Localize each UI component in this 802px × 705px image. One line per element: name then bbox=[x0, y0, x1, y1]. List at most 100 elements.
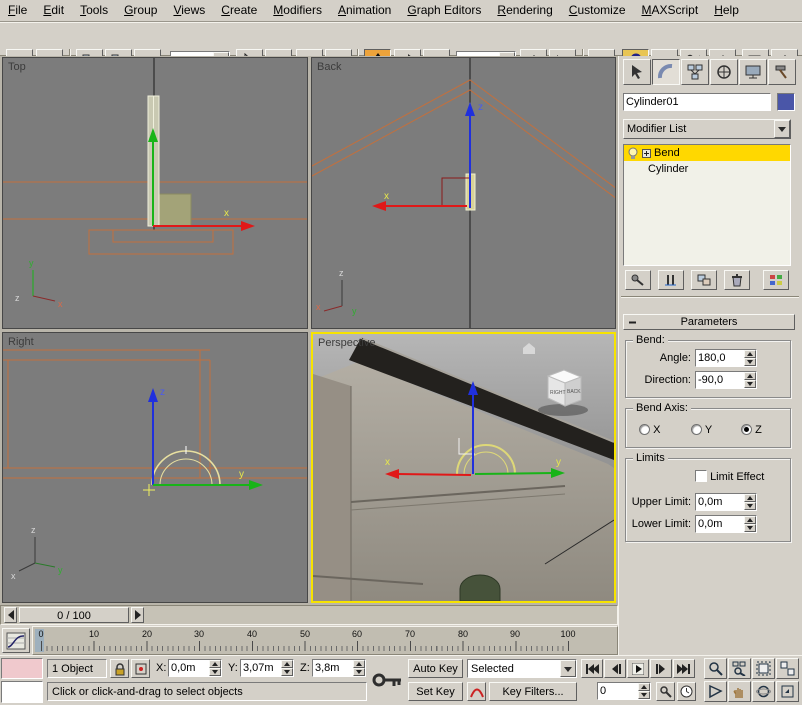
key-mode-dropdown[interactable]: Selected bbox=[467, 659, 577, 678]
pan-view-button[interactable] bbox=[728, 681, 751, 702]
menu-customize[interactable]: Customize bbox=[561, 0, 634, 21]
object-color-swatch[interactable] bbox=[777, 93, 795, 111]
macro-recorder-mini-listener[interactable] bbox=[1, 658, 43, 679]
menu-modifiers[interactable]: Modifiers bbox=[265, 0, 330, 21]
track-bar-ruler[interactable]: 0 10 20 30 40 50 60 70 80 90 100 bbox=[32, 626, 618, 655]
time-step-forward-button[interactable] bbox=[131, 607, 144, 623]
previous-frame-button[interactable] bbox=[604, 659, 626, 678]
dropdown-arrow-icon[interactable] bbox=[560, 660, 576, 677]
viewport-top[interactable]: Top x bbox=[2, 57, 308, 329]
limit-effect-checkbox[interactable] bbox=[695, 470, 707, 482]
upper-limit-spinner[interactable] bbox=[744, 494, 756, 510]
zoom-extents-button[interactable] bbox=[752, 658, 775, 679]
current-frame-spinner[interactable] bbox=[638, 683, 650, 699]
zoom-button[interactable] bbox=[704, 658, 727, 679]
stack-row-cylinder[interactable]: Cylinder bbox=[624, 161, 790, 177]
viewport-perspective-label[interactable]: Perspective bbox=[318, 337, 375, 349]
stack-row-bend[interactable]: Bend bbox=[624, 145, 790, 161]
object-name-input[interactable] bbox=[624, 94, 770, 110]
tab-create[interactable] bbox=[623, 59, 651, 85]
y-coord-spinner[interactable] bbox=[281, 660, 293, 676]
perspective-viewport-canvas[interactable]: x y RIGHT BACK bbox=[313, 334, 614, 601]
x-coord-input[interactable] bbox=[169, 660, 209, 676]
viewport-right[interactable]: Right bbox=[2, 332, 308, 603]
axis-z-radio[interactable] bbox=[741, 424, 752, 435]
tab-display[interactable] bbox=[739, 59, 767, 85]
back-viewport-canvas[interactable]: z x z x y bbox=[312, 58, 616, 329]
viewport-back-label[interactable]: Back bbox=[317, 61, 341, 73]
time-configuration-button[interactable] bbox=[677, 682, 696, 701]
time-slider-handle[interactable]: 0 / 100 bbox=[19, 607, 129, 623]
field-of-view-button[interactable] bbox=[704, 681, 727, 702]
dropdown-arrow-icon[interactable] bbox=[774, 120, 790, 138]
x-coord-spinner[interactable] bbox=[209, 660, 221, 676]
go-to-end-button[interactable] bbox=[673, 659, 695, 678]
next-frame-button[interactable] bbox=[650, 659, 672, 678]
absolute-mode-transform-toggle[interactable] bbox=[131, 659, 150, 678]
upper-limit-input[interactable] bbox=[696, 494, 744, 510]
lower-limit-spinner[interactable] bbox=[744, 516, 756, 532]
default-in-out-tangents-button[interactable] bbox=[467, 682, 486, 701]
set-key-button[interactable]: Set Key bbox=[408, 682, 463, 701]
key-mode-toggle-button[interactable] bbox=[656, 682, 675, 701]
menu-rendering[interactable]: Rendering bbox=[489, 0, 560, 21]
lower-limit-input[interactable] bbox=[696, 516, 744, 532]
configure-modifier-sets-button[interactable] bbox=[763, 270, 789, 290]
angle-spinner[interactable] bbox=[744, 350, 756, 366]
make-unique-button[interactable] bbox=[691, 270, 717, 290]
menu-views[interactable]: Views bbox=[165, 0, 213, 21]
play-animation-button[interactable] bbox=[627, 659, 649, 678]
open-mini-curve-editor-button[interactable] bbox=[2, 628, 30, 653]
current-frame-input[interactable] bbox=[598, 683, 638, 699]
menu-group[interactable]: Group bbox=[116, 0, 165, 21]
viewport-right-label[interactable]: Right bbox=[8, 336, 34, 348]
tab-motion[interactable] bbox=[710, 59, 738, 85]
angle-input[interactable] bbox=[696, 350, 744, 366]
tab-utilities[interactable] bbox=[768, 59, 796, 85]
menu-help[interactable]: Help bbox=[706, 0, 747, 21]
zoom-all-button[interactable] bbox=[728, 658, 751, 679]
viewport-back[interactable]: Back z x bbox=[311, 57, 616, 329]
show-end-result-button[interactable] bbox=[658, 270, 684, 290]
direction-input[interactable] bbox=[696, 372, 744, 388]
menu-file[interactable]: File bbox=[0, 0, 35, 21]
maxscript-mini-listener[interactable] bbox=[1, 681, 43, 703]
remove-modifier-button[interactable] bbox=[724, 270, 750, 290]
zoom-extents-all-button[interactable] bbox=[776, 658, 799, 679]
menu-create[interactable]: Create bbox=[213, 0, 265, 21]
parameters-rollout-header[interactable]: Parameters bbox=[623, 314, 795, 330]
min-max-toggle-button[interactable] bbox=[776, 681, 799, 702]
selection-lock-toggle[interactable] bbox=[110, 659, 129, 678]
time-slider-track[interactable]: 0 / 100 bbox=[0, 605, 618, 625]
menu-tools[interactable]: Tools bbox=[72, 0, 116, 21]
z-coord-spinner[interactable] bbox=[353, 660, 365, 676]
time-step-back-button[interactable] bbox=[4, 607, 17, 623]
pin-stack-button[interactable] bbox=[625, 270, 651, 290]
box-object[interactable] bbox=[155, 194, 191, 226]
lightbulb-icon[interactable] bbox=[627, 147, 639, 160]
axis-x-radio[interactable] bbox=[639, 424, 650, 435]
menu-graph-editors[interactable]: Graph Editors bbox=[399, 0, 489, 21]
go-to-start-button[interactable] bbox=[581, 659, 603, 678]
auto-key-button[interactable]: Auto Key bbox=[408, 659, 463, 678]
direction-spinner[interactable] bbox=[744, 372, 756, 388]
right-viewport-canvas[interactable]: z y z x y bbox=[3, 333, 308, 603]
menu-animation[interactable]: Animation bbox=[330, 0, 399, 21]
tab-hierarchy[interactable] bbox=[681, 59, 709, 85]
menu-maxscript[interactable]: MAXScript bbox=[634, 0, 707, 21]
key-mode-value: Selected bbox=[468, 663, 560, 675]
expand-plus-icon[interactable] bbox=[642, 149, 651, 158]
set-keys-button[interactable] bbox=[370, 658, 404, 702]
viewport-perspective[interactable]: Perspective bbox=[311, 332, 616, 603]
top-viewport-canvas[interactable]: x y z x bbox=[3, 58, 308, 329]
menu-edit[interactable]: Edit bbox=[35, 0, 72, 21]
arc-rotate-button[interactable] bbox=[752, 681, 775, 702]
z-coord-input[interactable] bbox=[313, 660, 353, 676]
modifier-list-dropdown[interactable]: Modifier List bbox=[623, 119, 791, 139]
zoom-extents-icon bbox=[756, 661, 771, 676]
key-filters-button[interactable]: Key Filters... bbox=[489, 682, 577, 701]
axis-y-radio[interactable] bbox=[691, 424, 702, 435]
tab-modify[interactable] bbox=[652, 59, 680, 85]
y-coord-input[interactable] bbox=[241, 660, 281, 676]
viewport-top-label[interactable]: Top bbox=[8, 61, 26, 73]
